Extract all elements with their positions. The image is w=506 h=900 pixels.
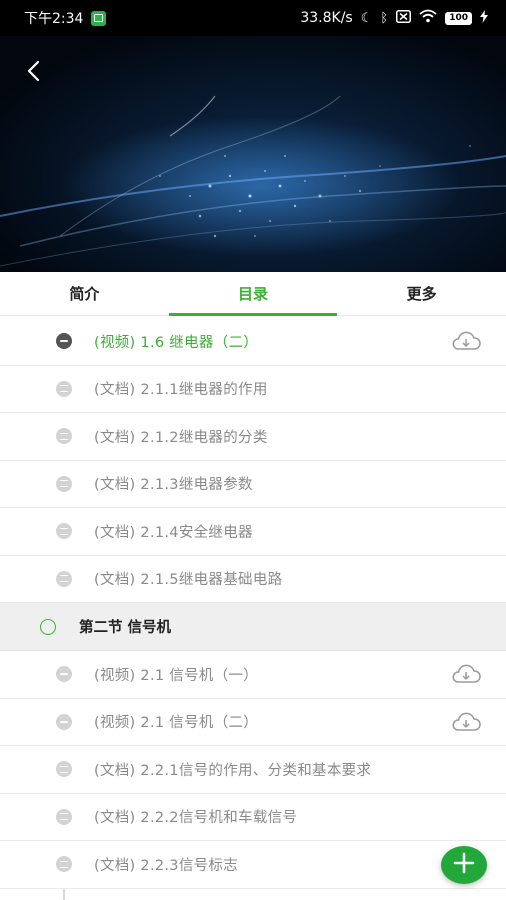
bluetooth-icon: ᛒ [380, 10, 389, 26]
cloud-download-icon[interactable] [450, 711, 482, 733]
item-label: (视频) 2.1 信号机（一） [94, 667, 259, 684]
list-item[interactable]: (文档) 2.1.4安全继电器 [0, 508, 506, 556]
tab-more[interactable]: 更多 [337, 272, 506, 315]
list-item[interactable]: (视频) 2.1 信号机（二） [0, 698, 506, 746]
list-item[interactable]: (文档) 2.2.2信号机和车载信号 [0, 793, 506, 841]
list-item[interactable]: (文档) 2.2.1信号的作用、分类和基本要求 [0, 746, 506, 794]
plus-icon [453, 852, 475, 878]
item-label: (文档) 2.1.5继电器基础电路 [94, 572, 283, 589]
network-speed: 33.8K/s [300, 10, 353, 26]
wifi-icon [419, 9, 437, 27]
tab-bar: 简介 目录 更多 [0, 272, 506, 316]
tab-catalog[interactable]: 目录 [168, 272, 338, 316]
list-item[interactable]: (视频) 2.1 信号机（一） [0, 651, 506, 699]
cloud-download-icon[interactable] [450, 663, 482, 685]
section-header[interactable]: 第二节 信号机 [0, 603, 506, 651]
list-item[interactable]: (文档) 2.1.2继电器的分类 [0, 413, 506, 461]
battery-icon: 100 [445, 11, 472, 25]
item-label: (文档) 2.1.4安全继电器 [94, 524, 253, 541]
status-bar: 下午2:34 33.8K/s ☾ ᛒ 100 [0, 0, 506, 36]
item-label: (文档) 2.1.1继电器的作用 [94, 382, 268, 399]
doc-node-icon [56, 428, 72, 445]
catalog-list[interactable]: (视频) 1.6 继电器（二） (文档) 2.1.1继电器的作用 (文档) 2.… [0, 318, 506, 900]
sim-off-icon [396, 9, 412, 27]
doc-node-icon [56, 761, 72, 778]
item-label: (文档) 2.2.2信号机和车载信号 [94, 810, 298, 827]
back-icon[interactable] [20, 56, 50, 86]
cloud-download-icon[interactable] [450, 330, 482, 352]
doc-node-icon [56, 380, 72, 397]
item-label: (文档) 2.2.3信号标志 [94, 857, 239, 874]
doc-node-icon [56, 570, 72, 587]
video-node-icon [56, 666, 72, 683]
video-thumbnail [0, 95, 506, 267]
item-label: (文档) 2.1.3继电器参数 [94, 477, 253, 494]
doc-node-icon [56, 475, 72, 492]
video-node-icon [56, 333, 72, 350]
video-node-icon [56, 713, 72, 730]
list-item[interactable]: (文档) 2.1.3继电器参数 [0, 460, 506, 508]
doc-node-icon [56, 856, 72, 873]
list-item[interactable]: (文档) 2.2.3信号标志 [0, 841, 506, 889]
add-button[interactable] [441, 846, 487, 884]
doc-node-icon [56, 808, 72, 825]
item-label: (文档) 2.2.1信号的作用、分类和基本要求 [94, 762, 372, 779]
charging-icon [480, 9, 488, 27]
status-time: 下午2:34 [24, 11, 84, 27]
list-item[interactable]: (视频) 1.6 继电器（二） [0, 318, 506, 366]
list-item[interactable]: (文档) 2.1.5继电器基础电路 [0, 555, 506, 603]
item-label: (文档) 2.1.2继电器的分类 [94, 429, 268, 446]
item-label: (视频) 1.6 继电器（二） [94, 334, 259, 351]
moon-icon: ☾ [360, 10, 373, 26]
notification-app-icon [91, 10, 107, 26]
item-label: (视频) 2.1 信号机（二） [94, 715, 259, 732]
doc-node-icon [56, 523, 72, 540]
section-title: 第二节 信号机 [79, 620, 172, 636]
tab-intro[interactable]: 简介 [0, 272, 169, 315]
section-node-icon [40, 618, 56, 635]
video-player[interactable] [0, 36, 506, 272]
list-item[interactable]: (文档) 2.1.1继电器的作用 [0, 365, 506, 413]
